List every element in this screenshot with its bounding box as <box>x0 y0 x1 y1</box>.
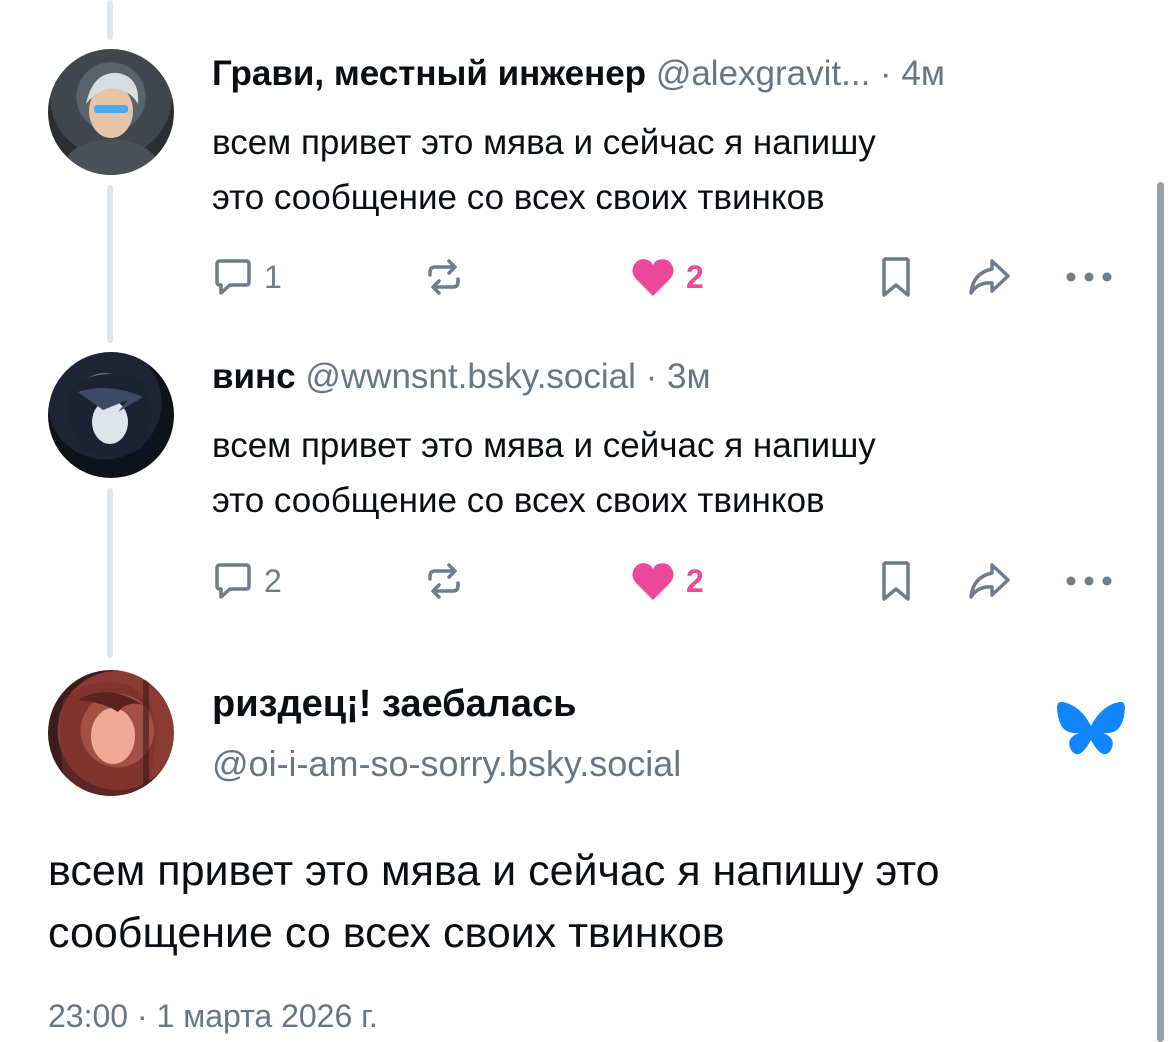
post-text-line: всем привет это мява и сейчас я напишу э… <box>48 847 940 895</box>
post-timestamp: 23:00 · 1 марта 2026 г. <box>48 998 378 1034</box>
post-text-line: это сообщение со всех своих твинков <box>212 481 825 520</box>
like-count: 2 <box>686 562 704 599</box>
post-header: Грави, местный инженер @alexgravit... · … <box>212 52 945 96</box>
repost-button[interactable] <box>422 556 466 606</box>
more-icon <box>1064 574 1114 588</box>
post-text: всем привет это мява и сейчас я напишу э… <box>212 115 1112 225</box>
thread-line-top <box>107 0 113 40</box>
repost-icon <box>422 559 466 603</box>
author-handle[interactable]: @oi-i-am-so-sorry.bsky.social <box>212 743 681 785</box>
author-handle[interactable]: @wwnsnt.bsky.social <box>305 357 636 396</box>
bluesky-butterfly-icon <box>1055 700 1127 769</box>
post-text-line: это сообщение со всех своих твинков <box>212 178 825 217</box>
like-count: 2 <box>686 258 704 295</box>
bookmark-button[interactable] <box>876 252 916 302</box>
heart-icon <box>630 560 676 602</box>
reply-count: 1 <box>264 258 282 295</box>
author-name[interactable]: винс <box>212 357 296 396</box>
share-icon <box>966 559 1014 603</box>
author-handle[interactable]: @alexgravit... <box>656 54 871 93</box>
like-button[interactable]: 2 <box>630 252 704 302</box>
post-text: всем привет это мява и сейчас я напишу э… <box>212 418 1112 528</box>
post-time[interactable]: · 3м <box>636 357 711 396</box>
post-actions: 1 2 <box>212 252 1132 302</box>
post-header: винс @wwnsnt.bsky.social · 3м <box>212 355 711 399</box>
post-text-line: всем привет это мява и сейчас я напишу <box>212 123 876 162</box>
author-name[interactable]: Грави, местный инженер <box>212 54 646 93</box>
reply-icon <box>212 560 254 602</box>
reply-count: 2 <box>264 562 282 599</box>
post-text-line: сообщение со всех своих твинков <box>48 909 725 957</box>
bookmark-icon <box>876 255 916 299</box>
avatar[interactable] <box>48 49 174 175</box>
post-time[interactable]: · 4м <box>870 54 945 93</box>
repost-icon <box>422 255 466 299</box>
share-icon <box>966 255 1014 299</box>
more-icon <box>1064 270 1114 284</box>
avatar[interactable] <box>48 670 174 796</box>
share-button[interactable] <box>966 556 1014 606</box>
share-button[interactable] <box>966 252 1014 302</box>
reply-button[interactable]: 1 <box>212 252 282 302</box>
post-actions: 2 2 <box>212 556 1132 606</box>
bookmark-button[interactable] <box>876 556 916 606</box>
author-name[interactable]: риздец¡! заебалась <box>212 683 576 726</box>
more-button[interactable] <box>1064 252 1114 302</box>
thread-line-1 <box>107 185 113 343</box>
heart-icon <box>630 256 676 298</box>
scrollbar[interactable] <box>1157 182 1164 1042</box>
post-text-line: всем привет это мява и сейчас я напишу <box>212 426 876 465</box>
more-button[interactable] <box>1064 556 1114 606</box>
avatar[interactable] <box>48 352 174 478</box>
repost-button[interactable] <box>422 252 466 302</box>
reply-icon <box>212 256 254 298</box>
like-button[interactable]: 2 <box>630 556 704 606</box>
reply-button[interactable]: 2 <box>212 556 282 606</box>
thread-line-2 <box>107 488 113 658</box>
main-post-text: всем привет это мява и сейчас я напишу э… <box>48 840 1138 964</box>
bookmark-icon <box>876 559 916 603</box>
